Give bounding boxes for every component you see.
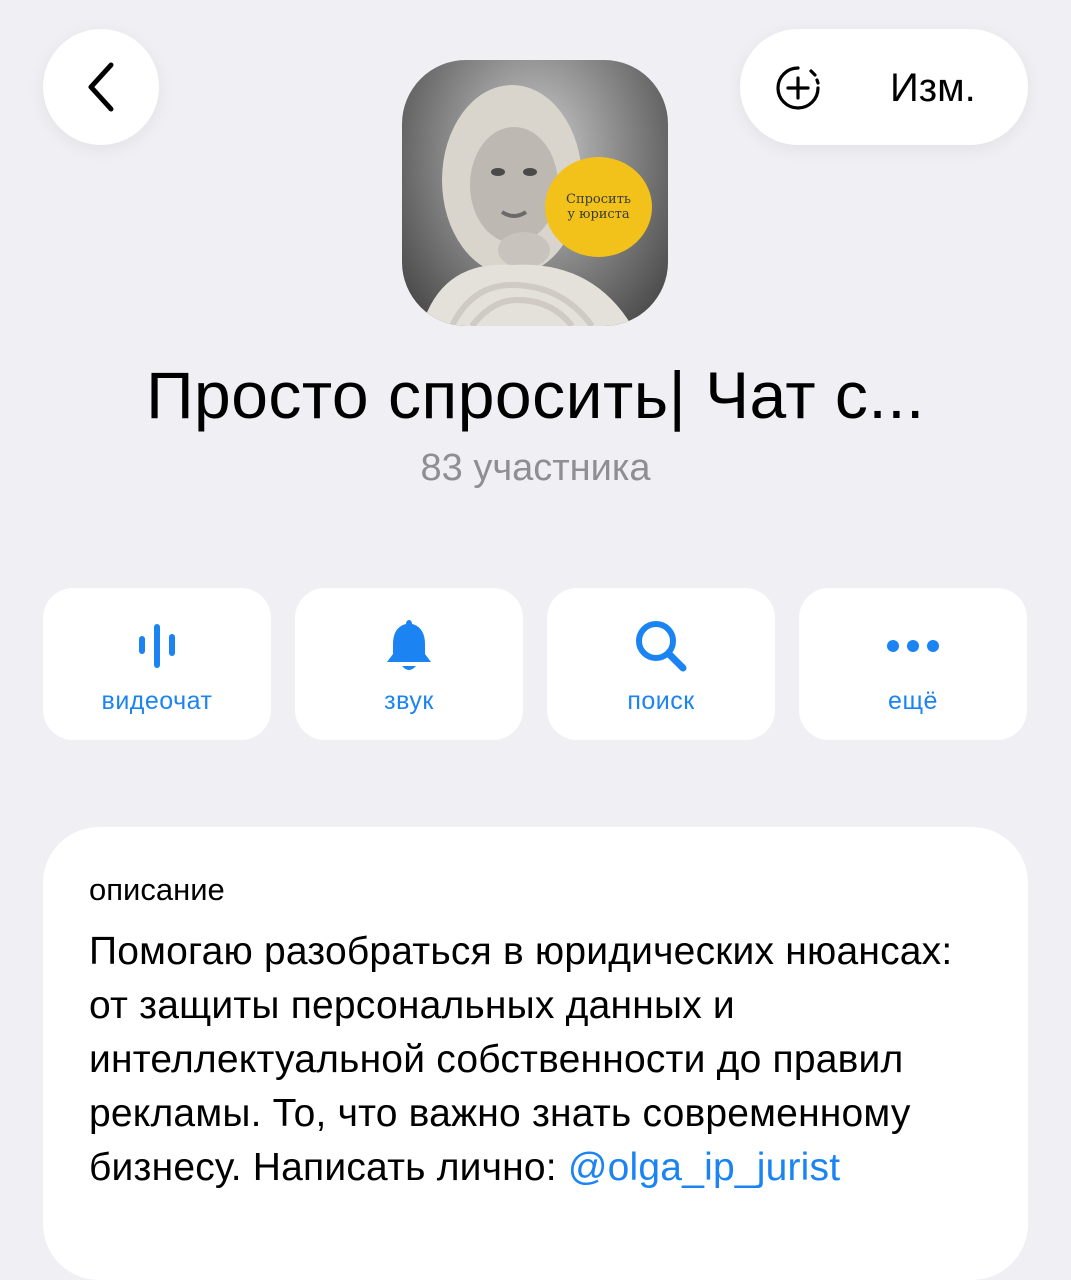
search-icon	[636, 621, 687, 672]
chat-info-screen: Изм. Спросить у юриста Просто спросить| …	[0, 0, 1071, 1280]
sound-label: звук	[384, 687, 434, 715]
description-heading: описание	[89, 872, 225, 907]
more-label: ещё	[888, 687, 938, 715]
more-button[interactable]: ещё	[799, 588, 1027, 740]
voice-chat-label: видеочат	[101, 687, 213, 715]
description-card: описание Помогаю разобраться в юридическ…	[43, 827, 1028, 1280]
ask-lawyer-badge: Спросить у юриста	[545, 157, 652, 257]
chat-title: Просто спросить| Чат с...	[146, 358, 925, 432]
bell-icon	[387, 620, 431, 670]
edit-label: Изм.	[890, 66, 976, 110]
member-count[interactable]: 83 участника	[0, 444, 1071, 492]
chevron-left-icon	[88, 62, 114, 112]
badge-line-2: у юриста	[567, 207, 630, 222]
back-button[interactable]	[43, 29, 159, 145]
edit-button[interactable]: Изм.	[740, 29, 1028, 145]
search-label: поиск	[627, 687, 695, 715]
more-dots-icon	[887, 640, 939, 652]
voice-chat-button[interactable]: видеочат	[43, 588, 271, 740]
chat-avatar[interactable]: Спросить у юриста	[402, 60, 668, 326]
description-text: Помогаю разобраться в юридических нюанса…	[89, 925, 989, 1195]
username-link[interactable]: @olga_ip_jurist	[568, 1146, 840, 1189]
sound-button[interactable]: звук	[295, 588, 523, 740]
voice-chat-icon	[139, 624, 175, 668]
add-circle-icon	[776, 66, 820, 110]
search-button[interactable]: поиск	[547, 588, 775, 740]
badge-line-1: Спросить	[566, 192, 631, 207]
